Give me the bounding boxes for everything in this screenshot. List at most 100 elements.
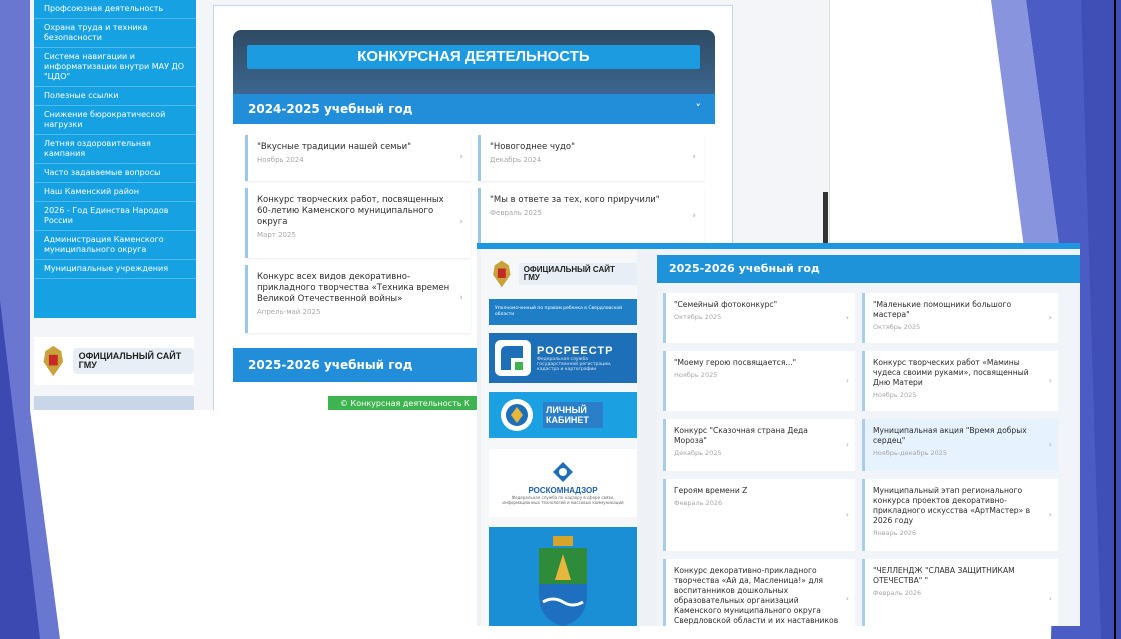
arrow-right-icon: › [1048,440,1052,449]
contest-card[interactable]: "Мы в ответе за тех, кого приручили" Фев… [478,188,704,246]
contest-card[interactable]: Конкурс декоративно-прикладного творчест… [663,559,855,626]
personal-cabinet-banner[interactable]: ЛИЧНЫЙ КАБИНЕТ [489,392,637,438]
contest-card[interactable]: Муниципальная акция "Время добрых сердец… [862,419,1058,471]
card-date: Ноябрь 2025 [873,391,917,399]
arrow-right-icon: › [459,293,463,303]
section-header: КОНКУРСНАЯ ДЕЯТЕЛЬНОСТЬ [233,30,715,94]
arrow-right-icon: › [845,510,849,519]
card-date: Ноябрь 2025 [674,371,718,379]
ombudsman-banner[interactable]: Уполномоченный по правам ребенка в Сверд… [489,299,637,325]
chevron-down-icon: ˅ [695,102,702,115]
card-title: "Моему герою посвящается..." [674,358,797,367]
contest-card[interactable]: "Вкусные традиции нашей семьи" Ноябрь 20… [245,135,471,181]
screenshot-contest-page-2025: ОФИЦИАЛЬНЫЙ САЙТ ГМУ Уполномоченный по п… [477,243,1080,626]
card-title: Конкурс всех видов декоративно-прикладно… [257,272,450,304]
sidebar-item[interactable]: Наш Каменский район [34,183,196,202]
card-date: Февраль 2025 [490,209,542,217]
card-date: Март 2025 [257,231,296,239]
sidebar-menu: Профсоюзная деятельность Охрана труда и … [34,0,196,318]
card-title: Муниципальная акция "Время добрых сердец… [873,426,1027,445]
arrow-right-icon: › [692,211,696,221]
contest-card[interactable]: Конкурс творческих работ «Мамины чудеса … [862,351,1058,411]
year-label: 2024-2025 учебный год [248,102,413,116]
arrow-right-icon: › [845,440,849,449]
sidebar-item[interactable]: Профсоюзная деятельность [34,0,196,19]
card-date: Ноябрь-декабрь 2025 [873,449,948,457]
sidebar-item[interactable]: Администрация Каменского муниципального … [34,231,196,260]
roskomnadzor-sublabel: Федеральная служба по надзору в сфере св… [502,495,624,505]
ombudsman-label: Уполномоченный по правам ребенка в Сверд… [495,306,623,317]
card-title: Конкурс "Сказочная страна Деда Мороза" [674,426,808,445]
region-banner-partial[interactable] [34,396,194,410]
card-title: "ЧЕЛЛЕНДЖ "СЛАВА ЗАЩИТНИКАМ ОТЕЧЕСТВА" " [873,566,1015,585]
card-title: Конкурс творческих работ «Мамины чудеса … [873,358,1029,387]
arrow-right-icon: › [845,376,849,385]
arrow-right-icon: › [459,152,463,162]
gmu-banner[interactable]: ОФИЦИАЛЬНЫЙ САЙТ ГМУ [489,257,637,291]
sidebar-item[interactable]: Охрана труда и техника безопасности [34,19,196,48]
card-title: Конкурс творческих работ, посвященных 60… [257,195,444,227]
gmu-banner[interactable]: ОФИЦИАЛЬНЫЙ САЙТ ГМУ [34,337,194,385]
arrow-right-icon: › [1048,594,1052,603]
district-coat-of-arms-icon [539,535,587,626]
contest-card[interactable]: Героям времени Z Февраль 2026 › [663,479,855,551]
roskomnadzor-banner[interactable]: РОСКОМНАДЗОР Федеральная служба по надзо… [489,449,637,517]
arrow-right-icon: › [845,313,849,322]
card-title: "Вкусные традиции нашей семьи" [257,142,412,152]
contest-card[interactable]: "Маленькие помощники большого мастера" О… [862,293,1058,343]
contest-card[interactable]: Муниципальный этап регионального конкурс… [862,479,1058,551]
coat-of-arms-icon [493,260,511,288]
tax-emblem-icon [501,399,533,431]
rosreestr-banner[interactable]: РОСРЕЕСТР Федеральная служба государстве… [489,333,637,383]
sidebar-item[interactable]: 2026 - Год Единства Народов России [34,202,196,231]
roskomnadzor-label: РОСКОМНАДЗОР [528,486,598,495]
contest-card[interactable]: "ЧЕЛЛЕНДЖ "СЛАВА ЗАЩИТНИКАМ ОТЕЧЕСТВА" "… [862,559,1058,626]
arrow-right-icon: › [1048,313,1052,322]
accordion-year-2025[interactable]: 2025-2026 учебный год [657,255,1080,283]
accordion-year-2024[interactable]: 2024-2025 учебный год ˅ [233,94,715,124]
arrow-right-icon: › [692,152,696,162]
sidebar-item[interactable]: Полезные ссылки [34,87,196,106]
sidebar-item[interactable]: Летняя оздоровительная кампания [34,135,196,164]
card-title: "Семейный фотоконкурс" [674,300,778,309]
card-title: Конкурс декоративно-прикладного творчест… [674,566,839,625]
card-title: "Новогоднее чудо" [490,142,576,152]
contest-card[interactable]: "Новогоднее чудо" Декабрь 2024 › [478,135,704,181]
contest-list-2025: 2025-2026 учебный год "Семейный фотоконк… [657,249,1080,626]
sidebar-item[interactable]: Снижение бюрократической нагрузки [34,106,196,135]
card-date: Декабрь 2024 [490,156,542,164]
contest-card[interactable]: Конкурс всех видов декоративно-прикладно… [245,265,471,333]
year-label: 2025-2026 учебный год [248,358,413,372]
card-date: Октябрь 2025 [674,313,722,321]
contest-card[interactable]: "Моему герою посвящается..." Ноябрь 2025… [663,351,855,411]
card-date: Январь 2026 [873,529,917,537]
gmu-label: ОФИЦИАЛЬНЫЙ САЙТ ГМУ [518,263,637,285]
rosreestr-sublabel: Федеральная служба государственной регис… [537,356,612,372]
page-title: КОНКУРСНАЯ ДЕЯТЕЛЬНОСТЬ [247,45,700,69]
card-date: Апрель-май 2025 [257,308,321,316]
card-title: Героям времени Z [674,486,748,495]
card-date: Февраль 2026 [674,499,723,507]
rosreestr-logo-icon [495,340,531,376]
district-coat-banner[interactable] [489,527,637,626]
card-date: Февраль 2026 [873,589,922,597]
card-date: Ноябрь 2024 [257,156,304,164]
arrow-right-icon: › [1048,510,1052,519]
contest-card[interactable]: "Семейный фотоконкурс" Октябрь 2025 › [663,293,855,343]
contest-card[interactable]: Конкурс "Сказочная страна Деда Мороза" Д… [663,419,855,471]
arrow-right-icon: › [845,594,849,603]
personal-cabinet-label: ЛИЧНЫЙ КАБИНЕТ [543,402,603,428]
coat-of-arms-icon [43,345,64,377]
sidebar-item[interactable]: Муниципальные учреждения [34,260,196,279]
gmu-label: ОФИЦИАЛЬНЫЙ САЙТ ГМУ [72,348,194,374]
card-title: "Мы в ответе за тех, кого приручили" [490,195,660,205]
card-title: Муниципальный этап регионального конкурс… [873,486,1031,525]
arrow-right-icon: › [1048,376,1052,385]
card-date: Октябрь 2025 [873,323,921,331]
year-label: 2025-2026 учебный год [669,262,820,275]
sidebar-item[interactable]: Часто задаваемые вопросы [34,164,196,183]
contest-card[interactable]: Конкурс творческих работ, посвященных 60… [245,188,471,258]
sidebar-item[interactable]: Система навигации и информатизации внутр… [34,48,196,87]
roskomnadzor-logo-icon [553,462,573,482]
card-date: Декабрь 2025 [674,449,722,457]
